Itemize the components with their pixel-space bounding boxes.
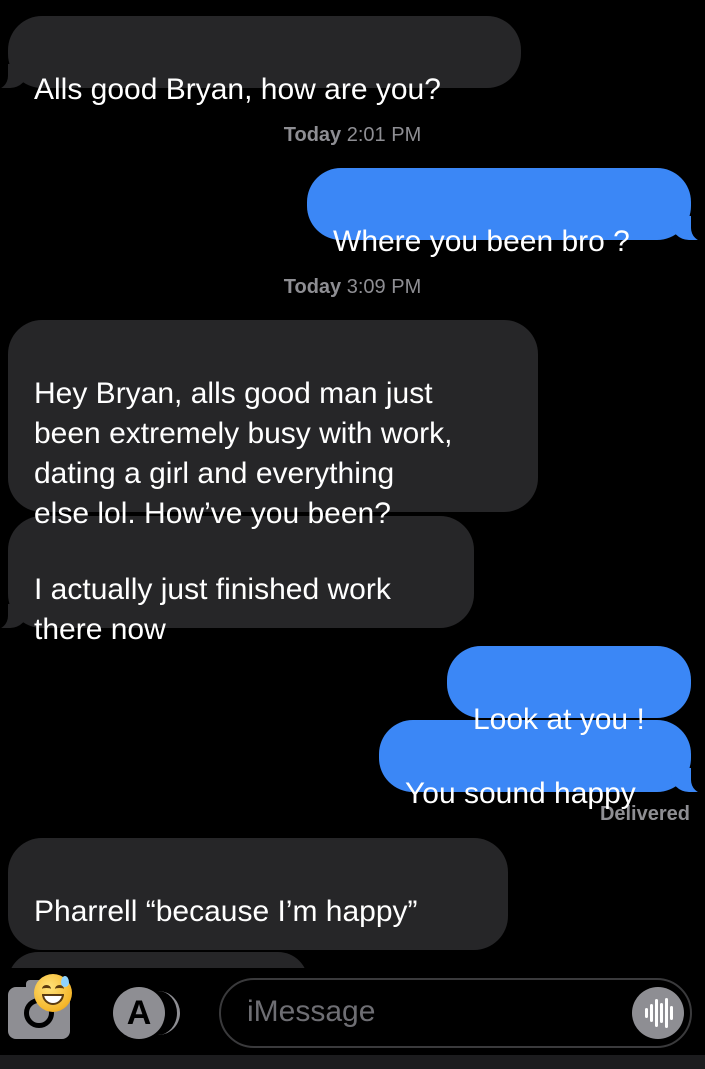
timestamp-day: Today [283,124,342,146]
message-incoming[interactable]: Hey Bryan, alls good man just been extre… [8,320,538,530]
audio-waveform-icon[interactable] [632,987,684,1039]
message-incoming[interactable]: I actually just finished work there now [0,516,474,646]
timestamp-time: 3:09 PM [346,276,422,298]
message-text: I actually just finished work there now [34,573,391,646]
timestamp: Today 2:01 PM [0,124,705,147]
message-outgoing[interactable]: Look at you ! [447,646,691,736]
message-outgoing[interactable]: Where you been bro ? [307,168,705,258]
timestamp-time: 2:01 PM [346,124,422,146]
grinning-face-with-sweat-icon [34,974,72,1013]
message-input-placeholder: iMessage [247,995,376,1028]
timestamp: Today 3:09 PM [0,276,705,299]
message-text: Hey Bryan, alls good man just been extre… [34,377,453,530]
timestamp-day: Today [283,276,342,298]
message-incoming[interactable]: Pharrell “because I’m happy” [8,838,508,1013]
message-text: Look at you ! [473,703,645,736]
message-text: Where you been bro ? [333,225,630,258]
message-text: Pharrell “because I’m happy” [34,895,418,928]
message-text: You sound happy [405,777,636,810]
bottom-strip [0,1055,705,1069]
message-input[interactable]: iMessage [219,978,692,1048]
message-incoming[interactable]: Alls good Bryan, how are you? [0,16,521,106]
message-text: Alls good Bryan, how are you? [34,73,441,106]
